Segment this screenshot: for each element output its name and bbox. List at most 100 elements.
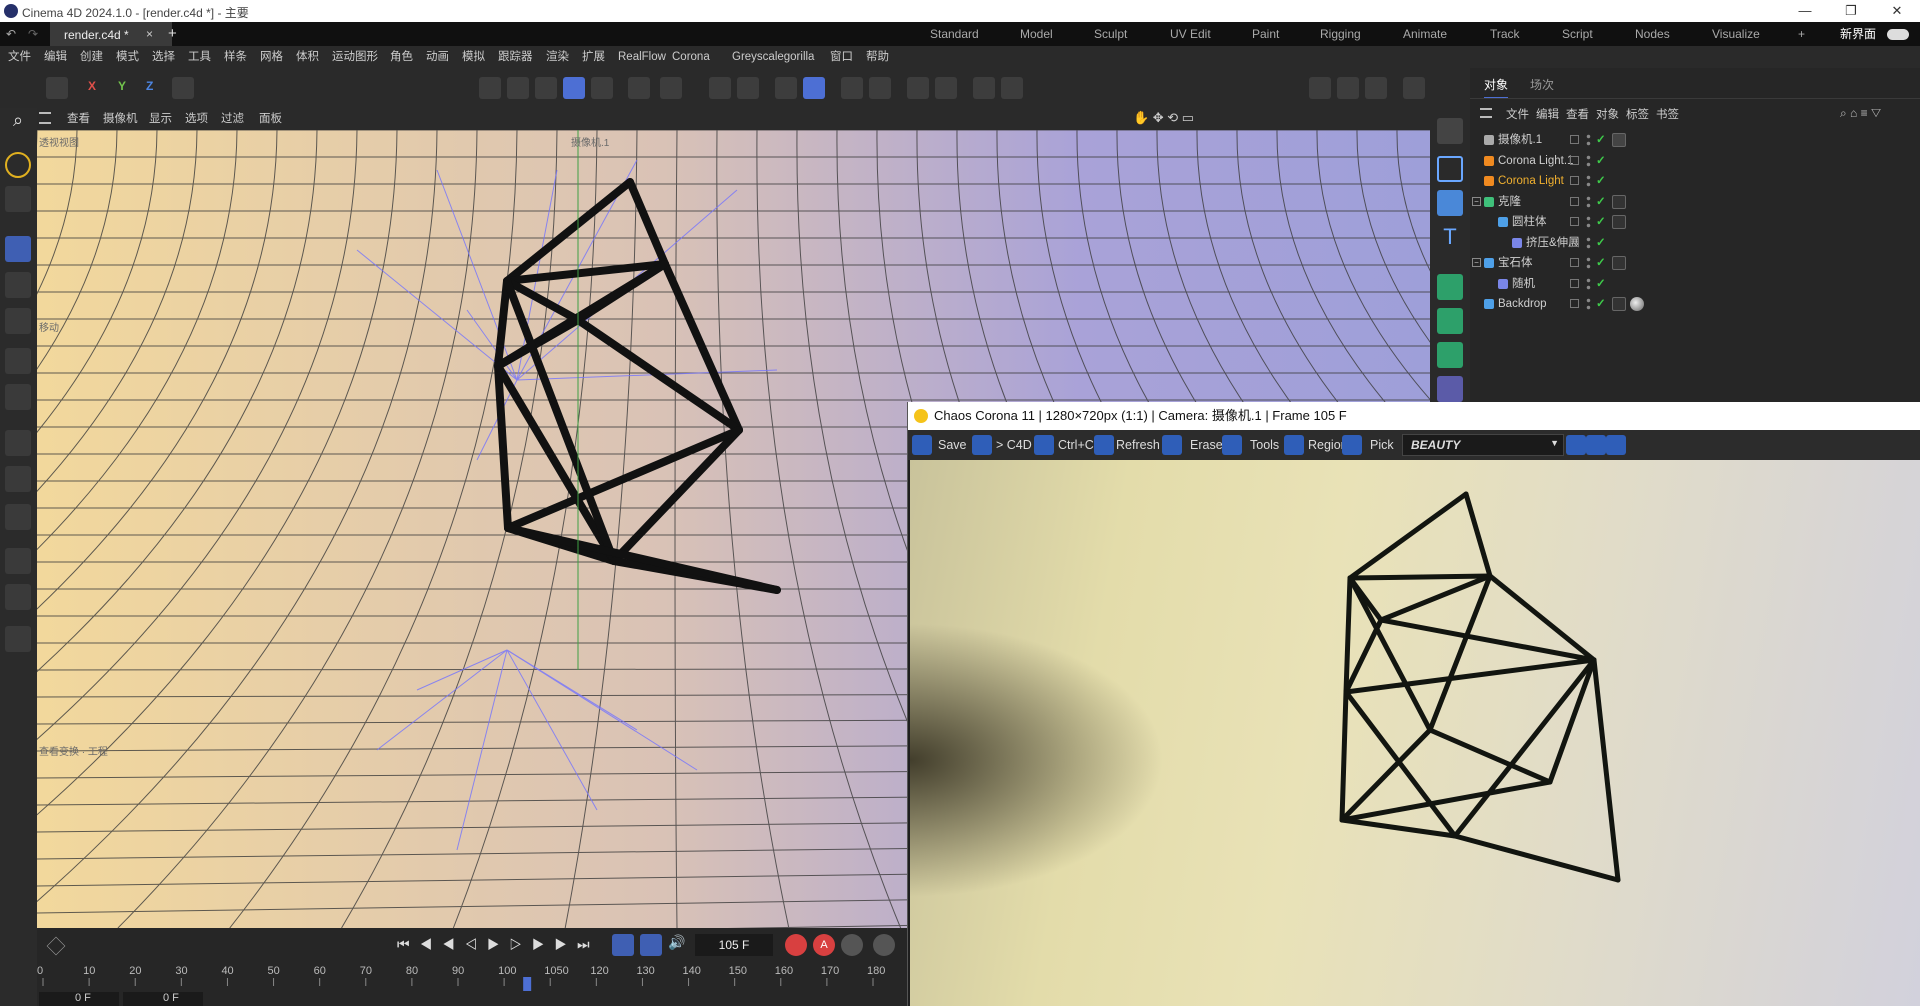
menu-item-20[interactable]: 帮助 — [866, 46, 889, 68]
cube-icon[interactable] — [1437, 190, 1463, 216]
render-region-icon[interactable] — [1309, 77, 1331, 99]
enabled-check-icon[interactable]: ✓ — [1596, 253, 1606, 273]
object-name[interactable]: 宝石体 — [1498, 253, 1533, 273]
sound-icon[interactable]: 🔊 — [668, 934, 685, 951]
object-name[interactable]: 摄像机.1 — [1498, 130, 1542, 150]
menu-item-19[interactable]: 窗口 — [830, 46, 853, 68]
hamburger-icon[interactable] — [39, 112, 51, 124]
soft-selection-icon[interactable] — [869, 77, 891, 99]
menu-item-7[interactable]: 网格 — [260, 46, 283, 68]
copy-icon[interactable] — [1034, 435, 1054, 455]
solo-icon[interactable] — [660, 77, 682, 99]
viewport-menu-item-4[interactable]: 过滤 — [221, 108, 244, 130]
keyframe-settings-icon[interactable] — [841, 934, 863, 956]
snap-enable-icon[interactable] — [709, 77, 731, 99]
visibility-dots[interactable] — [1586, 215, 1591, 229]
layout-tab-10[interactable]: Visualize — [1712, 22, 1760, 46]
visibility-dots[interactable] — [1586, 297, 1591, 311]
viewport-nav-icons[interactable]: ✋ ✥ ⟲ ▭ — [1133, 110, 1194, 126]
menu-item-13[interactable]: 跟踪器 — [498, 46, 533, 68]
scale-tool-icon[interactable] — [5, 308, 31, 334]
layout-tab-7[interactable]: Track — [1490, 22, 1520, 46]
om-hamburger-icon[interactable] — [1480, 108, 1492, 118]
search-icon[interactable]: ⌕ — [5, 110, 31, 136]
object-name[interactable]: 克隆 — [1498, 192, 1521, 212]
menu-item-17[interactable]: Corona — [672, 46, 710, 68]
layout-tab-8[interactable]: Script — [1562, 22, 1593, 46]
menu-item-18[interactable]: Greyscalegorilla — [732, 46, 814, 68]
effector-icon[interactable] — [1437, 342, 1463, 368]
layout-tab-6[interactable]: Animate — [1403, 22, 1447, 46]
object-name[interactable]: Backdrop — [1498, 294, 1547, 314]
coordinate-system-icon[interactable] — [172, 77, 194, 99]
zoom-in-icon[interactable] — [1566, 435, 1586, 455]
layer-icon[interactable] — [1570, 237, 1579, 247]
viewport-menu-item-0[interactable]: 查看 — [67, 108, 90, 130]
auto-icon[interactable] — [1001, 77, 1023, 99]
to-c4d-icon[interactable] — [972, 435, 992, 455]
layer-icon[interactable] — [1570, 278, 1579, 288]
tag-icon[interactable] — [1612, 133, 1626, 147]
object-row[interactable]: − 宝石体 ✓ — [1470, 253, 1920, 273]
visibility-icon[interactable] — [973, 77, 995, 99]
generator-icon[interactable] — [1437, 274, 1463, 300]
move-tool-icon[interactable] — [5, 236, 31, 262]
cloner-icon[interactable] — [1437, 308, 1463, 334]
model-mode-icon[interactable] — [563, 77, 585, 99]
camera-create-icon[interactable] — [1437, 118, 1463, 144]
knife-tool-icon[interactable] — [5, 584, 31, 610]
enabled-check-icon[interactable]: ✓ — [1596, 192, 1606, 212]
quantize-icon[interactable] — [841, 77, 863, 99]
om-menu-item-5[interactable]: 书签 — [1656, 106, 1679, 122]
loop-icon[interactable] — [612, 934, 634, 956]
keyframe-icon[interactable] — [46, 936, 66, 956]
layer-icon[interactable] — [1570, 176, 1579, 185]
tag-icon[interactable] — [1612, 194, 1626, 209]
visibility-dots[interactable] — [1586, 276, 1591, 291]
object-name[interactable]: 圆柱体 — [1512, 212, 1547, 232]
material-tag-icon[interactable] — [1630, 297, 1644, 311]
tab-objects[interactable]: 对象 — [1484, 76, 1509, 99]
object-row[interactable]: − 克隆 ✓ — [1470, 192, 1920, 212]
enabled-check-icon[interactable]: ✓ — [1596, 171, 1606, 191]
new-tab-button[interactable]: + — [168, 25, 177, 42]
enabled-check-icon[interactable]: ✓ — [1596, 130, 1606, 150]
menu-item-1[interactable]: 编辑 — [44, 46, 67, 68]
layer-icon[interactable] — [1570, 196, 1579, 206]
enabled-check-icon[interactable]: ✓ — [1596, 274, 1606, 294]
enabled-check-icon[interactable]: ✓ — [1596, 151, 1606, 171]
axis-z-toggle[interactable]: Z — [146, 79, 153, 93]
sketch-tool-icon[interactable] — [5, 466, 31, 492]
layer-icon[interactable] — [1570, 299, 1579, 308]
autokey-record-icon[interactable]: A — [813, 934, 835, 956]
transfer-tool-icon[interactable] — [5, 348, 31, 374]
layout-tab-11[interactable]: + — [1798, 22, 1805, 46]
enabled-check-icon[interactable]: ✓ — [1596, 212, 1606, 232]
visibility-dots[interactable] — [1586, 235, 1591, 250]
object-name[interactable]: 随机 — [1512, 274, 1535, 294]
menu-item-12[interactable]: 模拟 — [462, 46, 485, 68]
pick-button[interactable]: Pick — [1370, 434, 1394, 456]
zoom-fit-icon[interactable] — [1606, 435, 1626, 455]
menu-item-0[interactable]: 文件 — [8, 46, 31, 68]
layout-tab-5[interactable]: Rigging — [1320, 22, 1361, 46]
object-mode-icon[interactable] — [591, 77, 613, 99]
layout-tab-2[interactable]: Sculpt — [1094, 22, 1127, 46]
object-name[interactable]: Corona Light.1 — [1498, 151, 1573, 171]
expand-toggle[interactable]: − — [1472, 258, 1481, 267]
erase-icon[interactable] — [1162, 435, 1182, 455]
refresh-button[interactable]: Refresh — [1116, 434, 1160, 456]
live-selection-icon[interactable] — [5, 152, 31, 178]
layer-icon[interactable] — [1570, 258, 1579, 267]
points-mode-icon[interactable] — [479, 77, 501, 99]
layer-icon[interactable] — [1570, 155, 1579, 165]
save-icon[interactable] — [912, 435, 932, 455]
render-view-icon[interactable] — [1337, 77, 1359, 99]
workplane-icon[interactable] — [775, 77, 797, 99]
tools-icon[interactable] — [1222, 435, 1242, 455]
edges-mode-icon[interactable] — [507, 77, 529, 99]
placement-tool-icon[interactable] — [5, 384, 31, 410]
restore-button[interactable]: ❐ — [1828, 0, 1874, 22]
region-icon[interactable] — [1284, 435, 1304, 455]
menu-item-4[interactable]: 选择 — [152, 46, 175, 68]
